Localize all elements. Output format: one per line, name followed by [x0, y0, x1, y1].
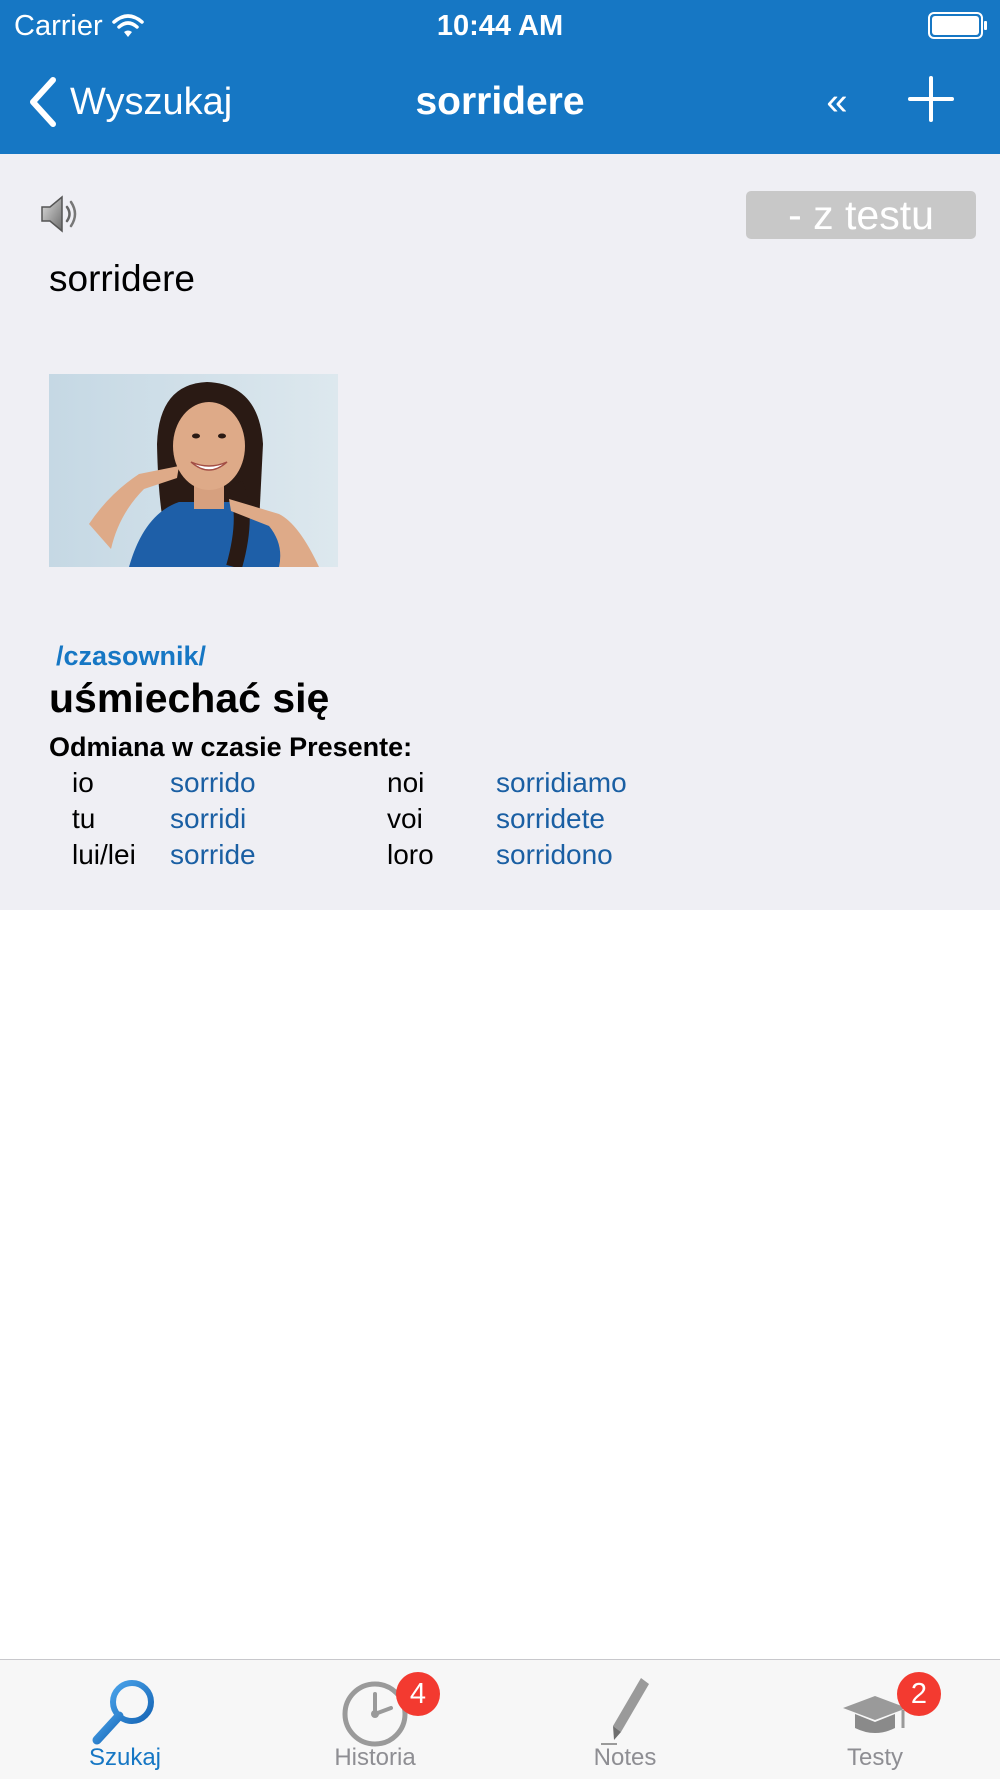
pen-icon	[601, 1678, 649, 1745]
tab-label: Historia	[334, 1744, 416, 1771]
tab-testy[interactable]: 2 Testy	[750, 1660, 1000, 1779]
navigation-bar: Carrier 10:44 AM Wyszukaj sorridere «	[0, 0, 1000, 154]
pronoun: voi	[387, 803, 423, 834]
pronoun: loro	[387, 839, 434, 870]
pronoun: lui/lei	[72, 839, 136, 870]
notification-badge: 2	[897, 1672, 941, 1716]
tab-szukaj[interactable]: Szukaj	[0, 1660, 250, 1779]
conjugation-heading: Odmiana w czasie Presente:	[49, 732, 413, 762]
pronoun: io	[72, 767, 94, 798]
search-icon	[92, 1680, 154, 1745]
conjugation-row: lui/lei sorride loro sorridono	[0, 837, 1000, 873]
entry-card: - z testu sorridere /czasownik/ uśmiecha…	[0, 154, 1000, 910]
translation: uśmiechać się	[49, 675, 330, 721]
previous-entry-button[interactable]: «	[812, 72, 862, 132]
conjugation-row: io sorrido noi sorridiamo	[0, 765, 1000, 801]
part-of-speech: /czasownik/	[56, 641, 207, 671]
word-image	[49, 374, 338, 567]
pronoun: tu	[72, 803, 96, 834]
verb-form-link[interactable]: sorrido	[170, 765, 256, 801]
tab-label: Testy	[846, 1744, 903, 1771]
verb-form-link[interactable]: sorridete	[496, 801, 605, 837]
tab-bar: Szukaj 4 Historia Notes 2 Testy	[0, 1659, 1000, 1779]
tab-historia[interactable]: 4 Historia	[250, 1660, 500, 1779]
battery-icon	[928, 12, 987, 39]
status-time: 10:44 AM	[436, 10, 564, 42]
tab-label: Notes	[593, 1744, 657, 1771]
pronoun: noi	[387, 767, 425, 798]
add-icon[interactable]	[906, 74, 956, 124]
tab-notes[interactable]: Notes	[500, 1660, 750, 1779]
notification-badge: 4	[396, 1672, 440, 1716]
verb-form-link[interactable]: sorridi	[170, 801, 246, 837]
speaker-icon[interactable]	[38, 192, 82, 236]
from-test-button[interactable]: - z testu	[746, 191, 976, 239]
headword: sorridere	[49, 258, 195, 299]
conjugation-row: tu sorridi voi sorridete	[0, 801, 1000, 837]
tab-label: Szukaj	[88, 1744, 162, 1771]
verb-form-link[interactable]: sorridono	[496, 837, 613, 873]
verb-form-link[interactable]: sorride	[170, 837, 256, 873]
verb-form-link[interactable]: sorridiamo	[496, 765, 627, 801]
smiling-woman-picture	[49, 374, 338, 567]
